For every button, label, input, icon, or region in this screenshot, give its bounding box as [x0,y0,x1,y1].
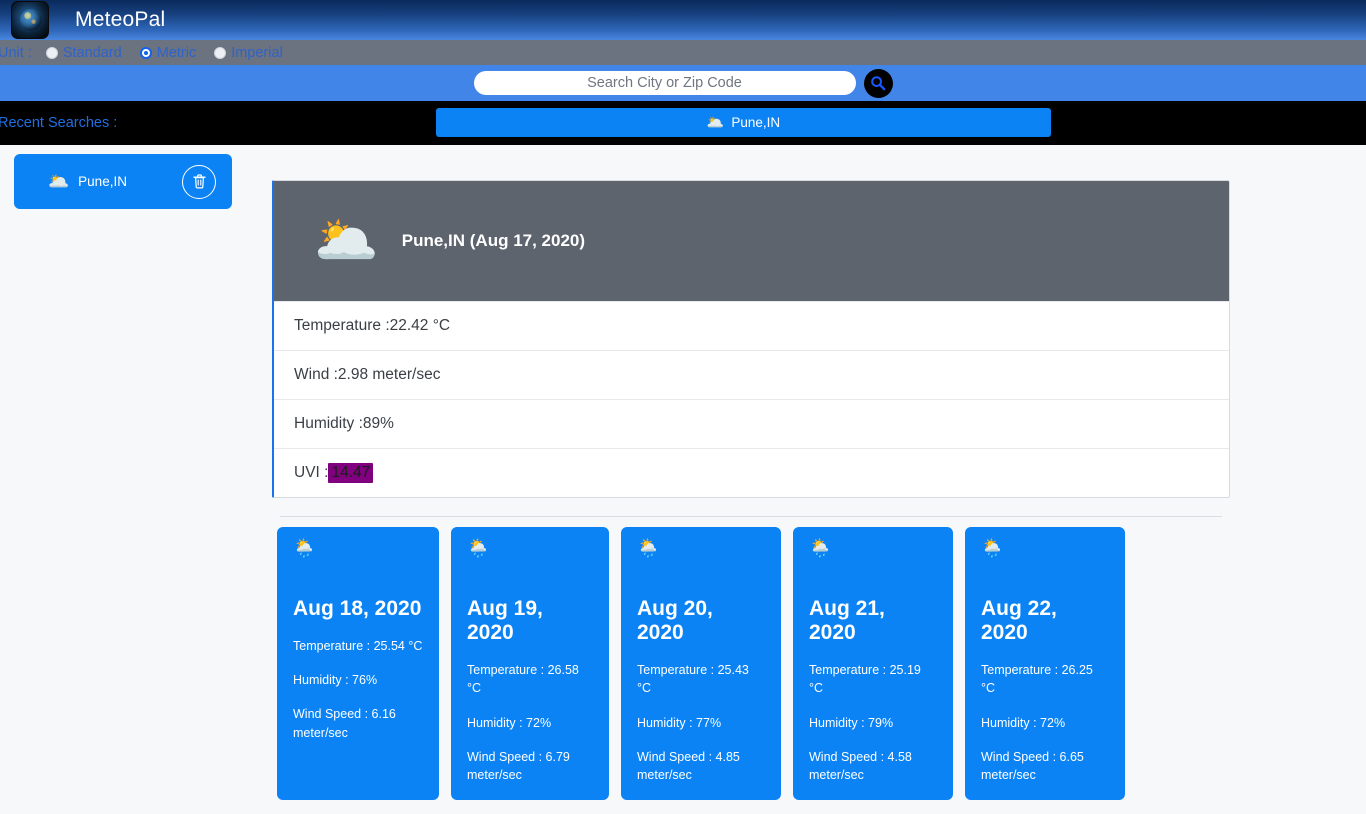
app-title: MeteoPal [75,8,166,31]
radio-icon-standard[interactable] [45,46,58,59]
section-divider [280,516,1222,517]
history-item-label: Pune,IN [78,174,127,189]
forecast-humidity: Humidity : 77% [637,715,722,730]
forecast-card-4: 🌦️ Aug 21, 2020 Temperature : 25.19 °C H… [793,527,953,800]
main-content: 🌥️ Pune,IN (Aug 17, 2020) Temperature :2… [272,180,1230,800]
forecast-card-2: 🌦️ Aug 19, 2020 Temperature : 26.58 °C H… [451,527,609,800]
forecast-humidity: Humidity : 76% [293,673,378,688]
forecast-date: Aug 22, 2020 [981,597,1057,645]
forecast-temperature: Temperature : 26.58 °C [467,663,579,696]
app-banner: MeteoPal [0,0,1366,40]
search-history-sidebar: 🌥️ Pune,IN [14,154,234,209]
current-wind-row: Wind :2.98 meter/sec [274,350,1229,399]
forecast-date: Aug 21, 2020 [809,597,885,645]
unit-option-standard[interactable]: Standard [45,44,122,61]
current-uvi-row: UVI :14.47 [274,448,1229,497]
forecast-wind: Wind Speed : 6.65 meter/sec [981,749,1084,782]
forecast-temperature: Temperature : 25.19 °C [809,663,921,696]
rain-cloud-icon: 🌦️ [467,538,490,558]
rain-cloud-icon: 🌦️ [809,538,832,558]
forecast-temperature: Temperature : 26.25 °C [981,663,1093,696]
rain-cloud-icon: 🌦️ [981,538,1004,558]
search-icon [871,76,886,91]
forecast-card-3: 🌦️ Aug 20, 2020 Temperature : 25.43 °C H… [621,527,781,800]
forecast-wind: Wind Speed : 4.58 meter/sec [809,749,912,782]
forecast-date: Aug 18, 2020 [293,597,422,620]
unit-label: Unit : [0,44,32,61]
delete-history-button[interactable] [182,164,216,199]
unit-option-imperial[interactable]: Imperial [214,45,283,61]
forecast-wind: Wind Speed : 6.79 meter/sec [467,749,570,782]
forecast-humidity: Humidity : 79% [809,715,894,730]
forecast-date: Aug 20, 2020 [637,597,713,645]
recent-search-chip-pune[interactable]: 🌥️ Pune,IN [436,108,1051,137]
unit-option-metric[interactable]: Metric [139,44,197,61]
cloud-icon: 🌥️ [706,114,725,130]
unit-option-standard-label: Standard [62,44,122,61]
unit-bar: Unit : Standard Metric Imperial [0,40,1366,65]
forecast-temperature: Temperature : 25.43 °C [637,663,749,696]
current-humidity-row: Humidity :89% [274,399,1229,448]
search-input[interactable] [473,71,856,95]
cloud-icon: 🌥️ [314,212,379,270]
forecast-row: 🌦️ Aug 18, 2020 Temperature : 25.54 °C H… [277,527,1230,800]
current-temperature-row: Temperature :22.42 °C [274,301,1229,350]
forecast-date: Aug 19, 2020 [467,597,543,645]
rain-cloud-icon: 🌦️ [637,538,660,558]
recent-search-chip-label: Pune,IN [731,115,781,130]
current-weather-card: 🌥️ Pune,IN (Aug 17, 2020) Temperature :2… [272,180,1230,498]
cloud-icon: 🌥️ [48,171,70,191]
forecast-card-1: 🌦️ Aug 18, 2020 Temperature : 25.54 °C H… [277,527,439,800]
uvi-badge: 14.47 [328,463,374,483]
forecast-wind: Wind Speed : 6.16 meter/sec [293,707,396,740]
rain-cloud-icon: 🌦️ [293,538,316,558]
current-weather-title: Pune,IN (Aug 17, 2020) [401,231,586,250]
recent-searches-label: Recent Searches : [0,115,118,131]
forecast-card-5: 🌦️ Aug 22, 2020 Temperature : 26.25 °C H… [965,527,1125,800]
search-button[interactable] [863,68,893,98]
unit-option-imperial-label: Imperial [231,44,283,61]
uvi-label: UVI : [294,464,329,481]
unit-option-metric-label: Metric [156,44,197,61]
current-weather-header: 🌥️ Pune,IN (Aug 17, 2020) [274,181,1229,301]
forecast-humidity: Humidity : 72% [981,715,1066,730]
trash-icon [192,174,206,189]
history-item-pune[interactable]: 🌥️ Pune,IN [14,154,232,209]
forecast-humidity: Humidity : 72% [467,715,552,730]
search-band [0,65,1366,101]
forecast-wind: Wind Speed : 4.85 meter/sec [637,749,740,782]
forecast-temperature: Temperature : 25.54 °C [293,639,423,654]
radio-icon-metric[interactable] [139,46,152,59]
globe-sphere [20,9,42,31]
page-body: 🌥️ Pune,IN 🌥️ Pune,IN (Aug 17, 2020) Tem… [0,145,1366,814]
globe-icon [11,1,49,39]
radio-icon-imperial[interactable] [214,46,227,59]
